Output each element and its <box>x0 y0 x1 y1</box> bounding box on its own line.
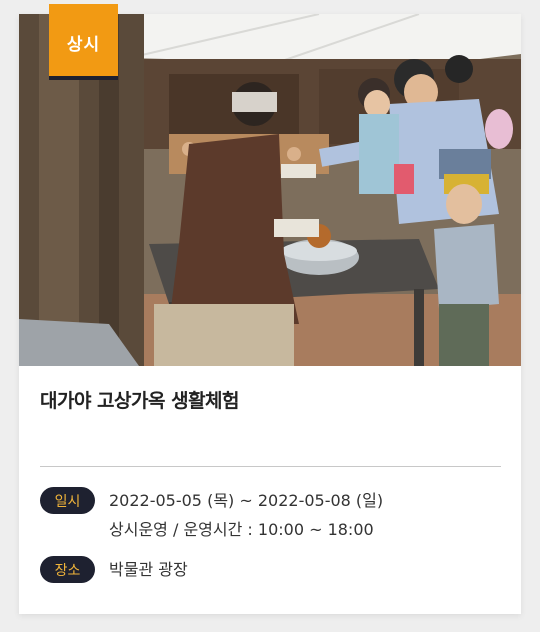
operating-hours: 상시운영 / 운영시간 : 10:00 ~ 18:00 <box>109 520 374 539</box>
place-info: 박물관 광장 <box>109 555 188 584</box>
divider <box>40 466 501 467</box>
status-badge: 상시 <box>49 4 118 80</box>
place-row: 장소 박물관 광장 <box>40 556 188 584</box>
event-card[interactable]: 상시 대가야 고상가옥 생활체험 일시 2022-05-05 (목) ~ 202… <box>19 4 521 614</box>
event-title[interactable]: 대가야 고상가옥 생활체험 <box>40 386 240 413</box>
date-label-badge: 일시 <box>40 487 95 514</box>
place-label-badge: 장소 <box>40 556 95 583</box>
date-range: 2022-05-05 (목) ~ 2022-05-08 (일) <box>109 491 384 510</box>
place-value: 박물관 광장 <box>109 560 188 579</box>
date-info: 2022-05-05 (목) ~ 2022-05-08 (일) 상시운영 / 운… <box>109 486 383 544</box>
date-row: 일시 2022-05-05 (목) ~ 2022-05-08 (일) 상시운영 … <box>40 487 383 544</box>
